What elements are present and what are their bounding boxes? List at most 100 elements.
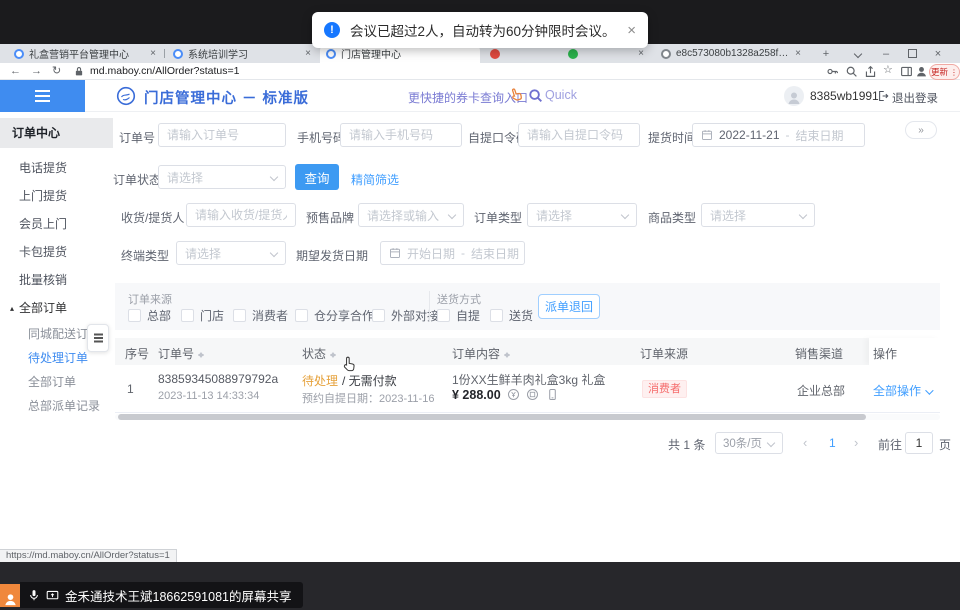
chevron-down-icon <box>621 211 629 219</box>
browser-tab-3[interactable]: e8c573080b1328a258fd2e618 × <box>655 44 807 63</box>
screen-share-indicator[interactable]: 金禾通技术王斌18662591081的屏幕共享 <box>20 582 303 608</box>
pickup-time-range-picker[interactable]: 2022-11-21 - 结束日期 <box>692 123 865 147</box>
receiver-input[interactable] <box>186 203 296 227</box>
checkbox-store[interactable]: 门店 <box>181 307 224 324</box>
end-date-placeholder[interactable]: 结束日期 <box>796 127 844 144</box>
start-date-placeholder[interactable]: 开始日期 <box>407 245 455 262</box>
microphone-icon <box>28 589 40 601</box>
window-close-button[interactable]: × <box>928 44 948 63</box>
sidebar-item-batch-verify[interactable]: 批量核销 <box>0 266 113 294</box>
toast-close-icon[interactable]: × <box>627 22 636 39</box>
new-tab-button[interactable]: + <box>816 44 836 63</box>
pickup-time-label: 提货时间 <box>648 129 696 146</box>
terminal-type-select[interactable]: 请选择 <box>176 241 286 265</box>
checkbox-delivery[interactable]: 送货 <box>490 307 533 324</box>
url-text[interactable]: md.maboy.cn/AllOrder?status=1 <box>90 65 240 77</box>
tab-search-chevron-icon[interactable] <box>848 44 868 63</box>
checkbox-self-pickup[interactable]: 自提 <box>437 307 480 324</box>
side-panel-icon[interactable] <box>900 65 913 78</box>
logout-button[interactable]: 退出登录 <box>892 90 938 106</box>
end-date-placeholder[interactable]: 结束日期 <box>471 245 519 262</box>
table-horizontal-scrollbar[interactable] <box>115 414 940 420</box>
order-status-select[interactable]: 请选择 <box>158 165 286 189</box>
back-icon[interactable]: ← <box>10 64 21 79</box>
sort-icon[interactable] <box>503 349 511 360</box>
screen-share-icon <box>46 589 59 602</box>
simple-filter-link[interactable]: 精简筛选 <box>351 171 399 188</box>
page-size-select[interactable]: 30条/页 <box>715 432 783 454</box>
tab-close-icon[interactable]: × <box>150 49 156 59</box>
user-avatar[interactable] <box>784 86 804 106</box>
browser-tab-1[interactable]: 礼盒营销平台管理中心 × <box>8 44 162 63</box>
row-action-dropdown[interactable]: 全部操作 <box>873 382 931 399</box>
sidebar-item-all-orders[interactable]: 全部订单 <box>0 370 113 394</box>
quick-label[interactable]: Quick <box>545 88 577 102</box>
profile-icon[interactable] <box>915 65 928 78</box>
dispatch-return-button[interactable]: 派单退回 <box>538 294 600 319</box>
goods-type-select[interactable]: 请选择 <box>701 203 815 227</box>
receiver-label: 收货/提货人 <box>121 209 184 226</box>
window-minimize-button[interactable]: – <box>876 44 896 63</box>
chevron-down-icon <box>767 439 775 447</box>
pickup-code-input[interactable] <box>518 123 640 147</box>
tab-close-icon[interactable]: × <box>638 49 644 59</box>
browser-tab-2[interactable]: 系统培训学习 × <box>167 44 317 63</box>
tab-label: 礼盒营销平台管理中心 <box>29 46 145 61</box>
checkbox-hq[interactable]: 总部 <box>128 307 171 324</box>
checkbox-icon <box>128 309 141 322</box>
sidebar-section-title: 订单中心 <box>0 118 113 148</box>
table-row[interactable]: 1 83859345088979792a 2023-11-13 14:33:34… <box>115 365 940 413</box>
checkbox-icon <box>490 309 503 322</box>
next-page-button[interactable]: › <box>854 435 858 450</box>
expect-date-range-picker[interactable]: 开始日期 - 结束日期 <box>380 241 525 265</box>
window-maximize-button[interactable] <box>902 44 922 63</box>
browser-update-button[interactable]: 更新 ⋮ <box>929 64 960 80</box>
col-order-no[interactable]: 订单号 <box>158 345 205 362</box>
sidebar-item-member-visit[interactable]: 会员上门 <box>0 210 113 238</box>
sort-icon[interactable] <box>197 349 205 360</box>
app-header: 门店管理中心 － 标准版 更快捷的券卡查询入口 Quick 8385wb1991… <box>0 80 960 112</box>
pickup-date: 预约自提日期：2023-11-16 <box>302 390 434 406</box>
tab-close-icon[interactable]: × <box>305 49 311 59</box>
share-icon[interactable] <box>864 65 877 78</box>
prev-page-button[interactable]: ‹ <box>803 435 807 450</box>
checkbox-icon <box>233 309 246 322</box>
brand-select[interactable]: 请选择或输入 <box>358 203 464 227</box>
phone-input[interactable] <box>340 123 462 147</box>
sidebar-item-hq-dispatch[interactable]: 总部派单记录 <box>0 394 113 418</box>
sidebar-item-card-pickup[interactable]: 卡包提货 <box>0 238 113 266</box>
reload-icon[interactable]: ↻ <box>52 64 61 79</box>
filters-expand-button[interactable]: » <box>905 121 937 139</box>
sidebar-item-phone-pickup[interactable]: 电话提货 <box>0 154 113 182</box>
checkbox-icon <box>181 309 194 322</box>
bookmark-star-icon[interactable]: ☆ <box>883 63 893 78</box>
sidebar-toggle-button[interactable] <box>0 80 85 112</box>
sidebar: 订单中心 电话提货 上门提货 会员上门 卡包提货 批量核销 ▴全部订单 同城配送… <box>0 112 113 562</box>
sidebar-group-all-orders[interactable]: ▴全部订单 <box>0 294 113 322</box>
col-status[interactable]: 状态 <box>302 345 337 362</box>
key-icon[interactable] <box>826 65 839 78</box>
forward-icon[interactable]: → <box>31 64 42 79</box>
checkbox-warehouse-share[interactable]: 仓分享合作 <box>295 307 374 324</box>
order-type-select[interactable]: 请选择 <box>527 203 637 227</box>
current-page[interactable]: 1 <box>829 436 836 450</box>
tab-close-icon[interactable]: × <box>795 49 801 59</box>
screen: 礼盒营销平台管理中心 × 系统培训学习 × 门店管理中心 × e8c573080… <box>0 0 960 610</box>
sidebar-collapse-handle[interactable] <box>87 324 109 352</box>
sidebar-item-door-pickup[interactable]: 上门提货 <box>0 182 113 210</box>
mouse-cursor <box>343 356 358 373</box>
search-button[interactable]: 查询 <box>295 164 339 190</box>
start-date-value[interactable]: 2022-11-21 <box>719 128 780 142</box>
quick-search-icon[interactable] <box>528 88 543 103</box>
zoom-icon[interactable] <box>845 65 858 78</box>
checkbox-consumer[interactable]: 消费者 <box>233 307 288 324</box>
order-no-input[interactable] <box>158 123 286 147</box>
meeting-member-icon[interactable] <box>0 584 20 607</box>
scrollbar-thumb[interactable] <box>118 414 866 420</box>
site-favicon <box>568 49 578 59</box>
goto-page-input[interactable] <box>905 432 933 454</box>
order-type-label: 订单类型 <box>474 209 522 226</box>
col-content[interactable]: 订单内容 <box>452 345 511 362</box>
logout-icon[interactable] <box>877 90 889 102</box>
sort-icon[interactable] <box>329 349 337 360</box>
